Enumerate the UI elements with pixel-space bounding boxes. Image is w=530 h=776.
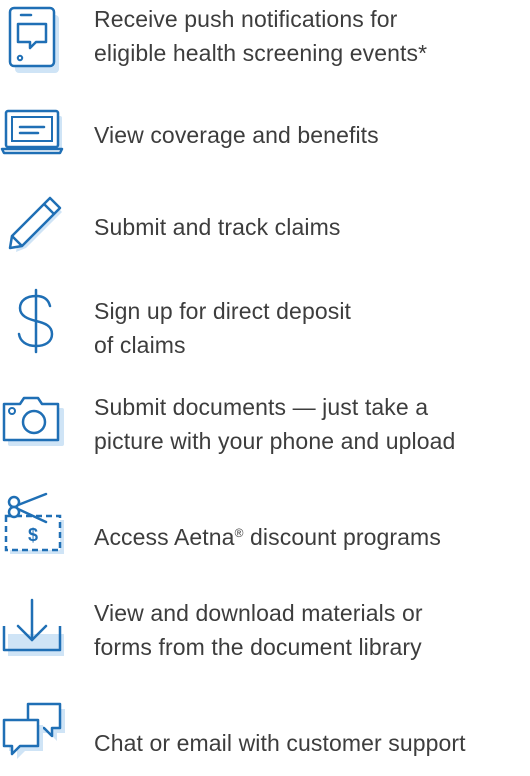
feature-label-line: Chat or email with customer support <box>94 730 466 756</box>
feature-label-line: Access Aetna® discount programs <box>94 520 524 554</box>
feature-item-submit-documents: Submit documents — just take a picture w… <box>0 386 530 466</box>
laptop-icon <box>0 100 72 172</box>
feature-label-text: discount programs <box>250 524 441 550</box>
feature-item-customer-support: Chat or email with customer support <box>0 700 530 776</box>
feature-item-push-notifications: Receive push notifications for eligible … <box>0 0 530 80</box>
feature-label: Submit documents — just take a picture w… <box>94 390 524 458</box>
feature-label-line: Submit documents — just take a <box>94 394 429 420</box>
dollar-sign-icon <box>0 286 72 358</box>
feature-label-line: View coverage and benefits <box>94 122 379 148</box>
feature-item-direct-deposit: Sign up for direct deposit of claims <box>0 286 530 366</box>
feature-label-line: eligible health screening events* <box>94 40 428 66</box>
feature-label: View and download materials or forms fro… <box>94 596 524 664</box>
feature-label-line: Submit and track claims <box>94 214 341 240</box>
feature-item-discount-programs: $ Access Aetna® discount programs <box>0 492 530 572</box>
chat-bubbles-icon <box>0 700 72 772</box>
feature-label-line: forms from the document library <box>94 634 422 660</box>
download-icon <box>0 592 72 664</box>
feature-label: Access Aetna® discount programs <box>94 520 524 554</box>
feature-list: Receive push notifications for eligible … <box>0 0 530 776</box>
feature-label: Sign up for direct deposit of claims <box>94 294 524 362</box>
feature-label-line: of claims <box>94 332 186 358</box>
phone-notification-icon <box>0 2 72 74</box>
feature-label-text: Access Aetna <box>94 524 235 550</box>
feature-label-line: View and download materials or <box>94 600 423 626</box>
camera-icon <box>0 386 72 458</box>
feature-label: Chat or email with customer support <box>94 726 524 760</box>
feature-label-line: picture with your phone and upload <box>94 428 456 454</box>
feature-item-document-library: View and download materials or forms fro… <box>0 586 530 666</box>
feature-label: View coverage and benefits <box>94 118 524 152</box>
feature-label: Submit and track claims <box>94 210 524 244</box>
svg-text:$: $ <box>28 525 38 545</box>
feature-label-line: Receive push notifications for <box>94 6 398 32</box>
feature-label-line: Sign up for direct deposit <box>94 298 352 324</box>
feature-item-coverage-benefits: View coverage and benefits <box>0 100 530 172</box>
feature-label: Receive push notifications for eligible … <box>94 2 524 70</box>
discount-coupon-icon: $ <box>0 492 72 564</box>
registered-mark: ® <box>234 526 244 540</box>
pencil-icon <box>0 186 72 258</box>
feature-item-claims: Submit and track claims <box>0 186 530 258</box>
